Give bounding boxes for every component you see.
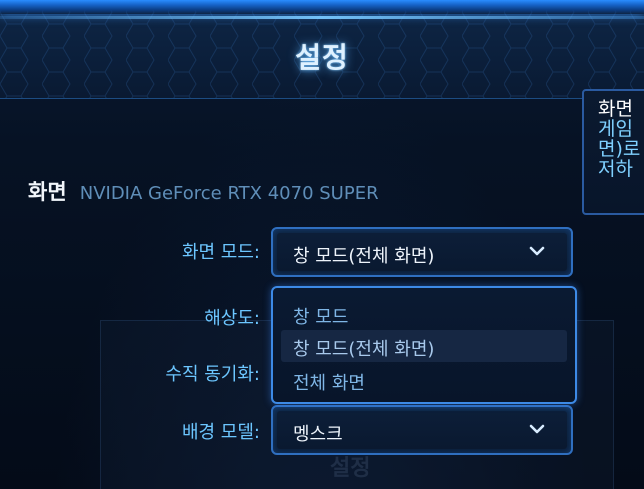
gpu-name: NVIDIA GeForce RTX 4070 SUPER: [79, 183, 379, 204]
background-model-value: 멩스크: [293, 424, 343, 445]
background-model-select[interactable]: 멩스크: [271, 405, 573, 455]
tooltip-title: 화면: [598, 98, 633, 120]
tooltip-panel: 화면 게임 면)로 저하: [582, 89, 644, 215]
dropdown-option-windowed-fullscreen[interactable]: 창 모드(전체 화면): [281, 330, 567, 362]
header-bar: 설정: [0, 0, 644, 99]
chevron-down-icon: [529, 424, 545, 434]
dropdown-option-windowed[interactable]: 창 모드: [281, 298, 567, 330]
dropdown-option-fullscreen[interactable]: 전체 화면: [281, 364, 567, 396]
screen-mode-dropdown: 창 모드 창 모드(전체 화면) 전체 화면: [271, 286, 577, 404]
tooltip-line: 게임: [598, 118, 633, 140]
page-title: 설정: [295, 41, 349, 74]
tooltip-line: 면)로: [598, 138, 641, 160]
header-glow: [0, 0, 644, 14]
vsync-label: 수직 동기화:: [165, 364, 260, 385]
header-line: [0, 16, 644, 19]
screen-mode-value: 창 모드(전체 화면): [293, 246, 435, 267]
display-section-header: 화면 NVIDIA GeForce RTX 4070 SUPER: [28, 176, 379, 206]
screen-mode-select[interactable]: 창 모드(전체 화면): [271, 227, 573, 277]
settings-screen: 설정 설정 화면 게임 면)로 저하 화면 NVIDIA GeForce RTX…: [0, 0, 644, 489]
resolution-label: 해상도:: [204, 308, 260, 329]
screen-mode-label: 화면 모드:: [181, 242, 260, 263]
chevron-down-icon: [529, 246, 545, 256]
tooltip-line: 저하: [598, 158, 633, 180]
background-model-label: 배경 모델:: [181, 422, 260, 443]
section-label: 화면: [28, 180, 67, 204]
